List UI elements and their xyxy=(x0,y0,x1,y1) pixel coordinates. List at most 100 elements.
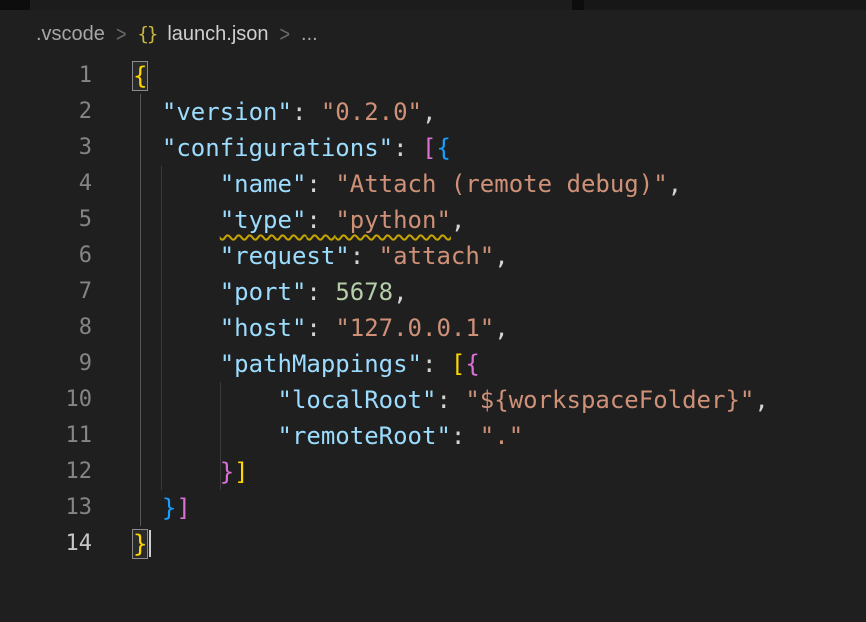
text-cursor xyxy=(149,530,151,557)
token-key: "name" xyxy=(220,170,307,198)
token-b3: } xyxy=(162,494,176,522)
code-text: { xyxy=(92,58,147,94)
token-b2: } xyxy=(220,458,234,486)
token-punc: , xyxy=(422,98,436,126)
token-key: "type" xyxy=(220,206,307,234)
token-punc: : xyxy=(436,386,465,414)
token-key: "localRoot" xyxy=(278,386,437,414)
code-text: "request": "attach", xyxy=(92,238,509,274)
token-ws xyxy=(133,278,220,306)
code-text: }] xyxy=(92,490,191,526)
line-number[interactable]: 11 xyxy=(0,418,92,454)
token-ws xyxy=(133,386,278,414)
code-text: "host": "127.0.0.1", xyxy=(92,310,509,346)
indent-guide xyxy=(161,166,162,490)
token-punc: : xyxy=(422,350,451,378)
line-number[interactable]: 3 xyxy=(0,130,92,166)
token-key: "pathMappings" xyxy=(220,350,422,378)
code-line[interactable]: 13 }] xyxy=(0,490,866,526)
line-number[interactable]: 2 xyxy=(0,94,92,130)
token-b2: { xyxy=(465,350,479,378)
token-punc: : xyxy=(451,422,480,450)
code-line[interactable]: 4 "name": "Attach (remote debug)", xyxy=(0,166,866,202)
breadcrumb-file[interactable]: launch.json xyxy=(167,23,268,46)
code-line[interactable]: 3 "configurations": [{ xyxy=(0,130,866,166)
token-b2: [ xyxy=(422,134,436,162)
line-number[interactable]: 12 xyxy=(0,454,92,490)
token-b1: } xyxy=(133,530,147,558)
token-str: "attach" xyxy=(379,242,495,270)
token-str: "127.0.0.1" xyxy=(335,314,494,342)
indent-guide xyxy=(220,382,221,490)
token-str: "${workspaceFolder}" xyxy=(465,386,754,414)
line-number[interactable]: 14 xyxy=(0,526,92,562)
code-text: "name": "Attach (remote debug)", xyxy=(92,166,682,202)
line-number[interactable]: 1 xyxy=(0,58,92,94)
code-line[interactable]: 7 "port": 5678, xyxy=(0,274,866,310)
tab-segment xyxy=(584,0,866,10)
line-number[interactable]: 10 xyxy=(0,382,92,418)
code-text: } xyxy=(92,526,151,562)
token-punc: : xyxy=(350,242,379,270)
token-punc: : xyxy=(306,206,335,234)
token-b3: { xyxy=(436,134,450,162)
token-ws xyxy=(133,242,220,270)
token-str: "Attach (remote debug)" xyxy=(335,170,667,198)
code-line[interactable]: 8 "host": "127.0.0.1", xyxy=(0,310,866,346)
token-str: "." xyxy=(480,422,523,450)
line-number[interactable]: 6 xyxy=(0,238,92,274)
code-text: "configurations": [{ xyxy=(92,130,451,166)
token-ws xyxy=(133,350,220,378)
token-ws xyxy=(133,170,220,198)
token-b1: [ xyxy=(451,350,465,378)
code-line[interactable]: 14} xyxy=(0,526,866,562)
code-text: "remoteRoot": "." xyxy=(92,418,523,454)
token-punc: : xyxy=(306,170,335,198)
json-file-icon: {} xyxy=(137,23,156,45)
code-line[interactable]: 1{ xyxy=(0,58,866,94)
token-punc: , xyxy=(393,278,407,306)
line-number[interactable]: 9 xyxy=(0,346,92,382)
breadcrumb: .vscode > {} launch.json > ... xyxy=(36,14,318,54)
token-num: 5678 xyxy=(335,278,393,306)
token-b1: ] xyxy=(234,458,248,486)
code-text: "version": "0.2.0", xyxy=(92,94,436,130)
token-key: "host" xyxy=(220,314,307,342)
code-text: }] xyxy=(92,454,249,490)
code-line[interactable]: 5 "type": "python", xyxy=(0,202,866,238)
token-ws xyxy=(133,98,162,126)
token-punc: : xyxy=(292,98,321,126)
code-line[interactable]: 6 "request": "attach", xyxy=(0,238,866,274)
code-line[interactable]: 11 "remoteRoot": "." xyxy=(0,418,866,454)
breadcrumb-folder[interactable]: .vscode xyxy=(36,23,105,46)
token-punc: , xyxy=(754,386,768,414)
code-line[interactable]: 12 }] xyxy=(0,454,866,490)
bracket-pair-guide xyxy=(140,94,141,526)
token-ws xyxy=(133,422,278,450)
token-ws xyxy=(133,314,220,342)
token-punc: , xyxy=(494,314,508,342)
token-ws xyxy=(133,494,162,522)
token-key: "configurations" xyxy=(162,134,393,162)
token-b1: { xyxy=(133,62,147,90)
token-punc: , xyxy=(494,242,508,270)
token-b2: ] xyxy=(176,494,190,522)
line-number[interactable]: 5 xyxy=(0,202,92,238)
line-number[interactable]: 7 xyxy=(0,274,92,310)
code-line[interactable]: 2 "version": "0.2.0", xyxy=(0,94,866,130)
code-line[interactable]: 9 "pathMappings": [{ xyxy=(0,346,866,382)
token-ws xyxy=(133,134,162,162)
code-text: "type": "python", xyxy=(92,202,465,238)
editor[interactable]: 1{2 "version": "0.2.0",3 "configurations… xyxy=(0,58,866,562)
chevron-right-icon: > xyxy=(280,21,291,47)
token-punc: , xyxy=(668,170,682,198)
token-key: "version" xyxy=(162,98,292,126)
breadcrumb-symbol-ellipsis[interactable]: ... xyxy=(301,23,318,46)
token-key: "port" xyxy=(220,278,307,306)
line-number[interactable]: 13 xyxy=(0,490,92,526)
line-number[interactable]: 8 xyxy=(0,310,92,346)
line-number[interactable]: 4 xyxy=(0,166,92,202)
token-str: "0.2.0" xyxy=(321,98,422,126)
token-ws xyxy=(133,458,220,486)
code-line[interactable]: 10 "localRoot": "${workspaceFolder}", xyxy=(0,382,866,418)
